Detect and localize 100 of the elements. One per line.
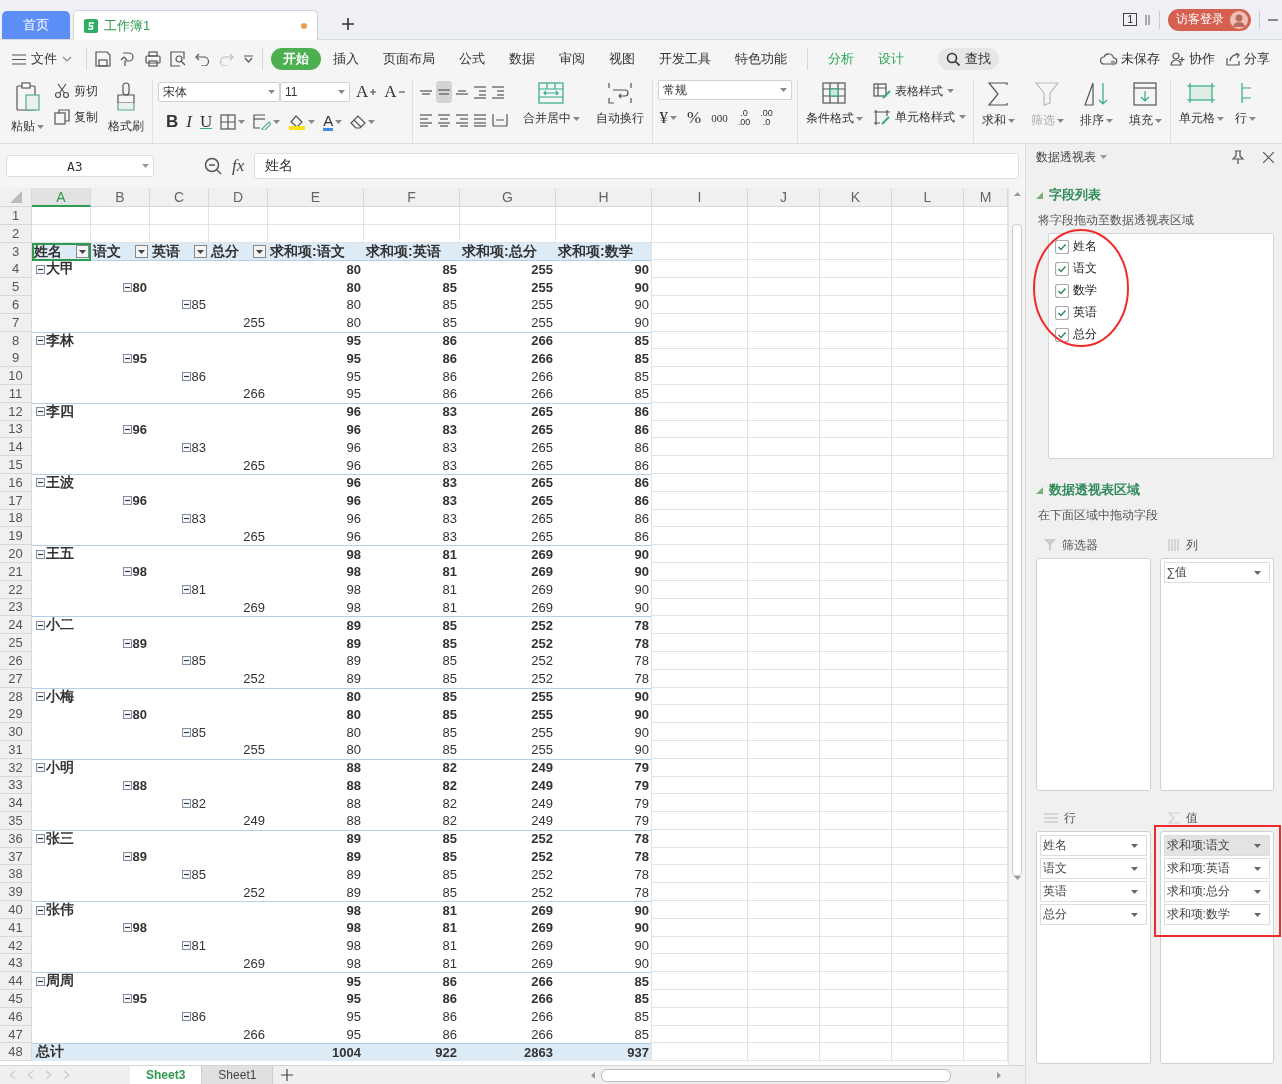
print-preview-icon[interactable] bbox=[170, 51, 186, 67]
collapse-icon[interactable] bbox=[36, 976, 45, 986]
row-number[interactable]: 25 bbox=[0, 634, 32, 652]
row-number[interactable]: 15 bbox=[0, 456, 32, 474]
toolbar-button[interactable]: 分享 bbox=[1221, 48, 1274, 70]
checkbox[interactable] bbox=[1055, 261, 1069, 276]
currency-button[interactable]: ¥ bbox=[657, 107, 680, 129]
row-number[interactable]: 14 bbox=[0, 438, 32, 457]
more-icon[interactable] bbox=[243, 55, 254, 63]
collapse-icon[interactable] bbox=[122, 852, 132, 862]
collapse-icon[interactable] bbox=[122, 496, 132, 506]
pin-icon[interactable] bbox=[1231, 150, 1245, 164]
table-style-button[interactable]: 表格样式 bbox=[870, 80, 968, 102]
filter-dropdown-button[interactable] bbox=[76, 245, 89, 259]
bold-button[interactable]: B bbox=[164, 111, 181, 133]
collapse-icon[interactable] bbox=[122, 424, 132, 434]
collapse-icon[interactable] bbox=[122, 282, 132, 292]
area-field-item[interactable]: 求和项:英语 bbox=[1163, 858, 1270, 879]
collapse-icon[interactable] bbox=[181, 941, 191, 951]
collapse-icon[interactable] bbox=[36, 763, 45, 773]
area-field-item[interactable]: 英语 bbox=[1040, 881, 1147, 902]
row-number[interactable]: 40 bbox=[0, 901, 32, 920]
percent-button[interactable]: % bbox=[685, 107, 704, 129]
undo-icon[interactable] bbox=[195, 52, 210, 66]
add-sheet-icon[interactable] bbox=[281, 1069, 294, 1081]
collapse-icon[interactable] bbox=[36, 336, 45, 346]
sheet-tab[interactable]: Sheet3 bbox=[130, 1066, 203, 1084]
cell-format-button[interactable] bbox=[251, 111, 283, 133]
ribbon-tab[interactable]: 插入 bbox=[321, 48, 371, 70]
field-label[interactable]: 总分 bbox=[1073, 326, 1097, 343]
rows-columns-button[interactable]: 行 bbox=[1231, 80, 1259, 129]
cells-button[interactable]: 单元格 bbox=[1175, 80, 1227, 129]
ribbon-tab[interactable]: 公式 bbox=[447, 48, 497, 70]
field-label[interactable]: 姓名 bbox=[1073, 238, 1097, 255]
row-number[interactable]: 45 bbox=[0, 990, 32, 1008]
area-field-item[interactable]: 语文 bbox=[1040, 858, 1147, 879]
row-number[interactable]: 1 bbox=[0, 207, 32, 225]
increase-decimal-button[interactable]: .0 .00 bbox=[735, 107, 753, 129]
document-tab[interactable]: 工作簿1 bbox=[73, 10, 318, 40]
checkbox[interactable] bbox=[1055, 305, 1069, 320]
collapse-icon[interactable] bbox=[181, 300, 191, 310]
filter-dropdown-button[interactable] bbox=[194, 245, 207, 259]
paste-button[interactable]: 粘贴 bbox=[8, 80, 47, 137]
align-middle-button[interactable] bbox=[435, 81, 452, 103]
zoom-icon[interactable] bbox=[204, 157, 222, 175]
row-number[interactable]: 19 bbox=[0, 527, 32, 546]
function-label[interactable]: fx bbox=[232, 156, 245, 176]
row-number[interactable]: 34 bbox=[0, 794, 32, 813]
row-number[interactable]: 35 bbox=[0, 812, 32, 830]
copy-button[interactable]: 复制 bbox=[52, 106, 100, 128]
ribbon-tab[interactable]: 视图 bbox=[597, 48, 647, 70]
collapse-icon[interactable] bbox=[122, 923, 132, 933]
vertical-scrollbar[interactable] bbox=[1008, 188, 1025, 1065]
toolbar-button[interactable]: 未保存 bbox=[1096, 48, 1164, 70]
ribbon-tab[interactable]: 数据 bbox=[497, 48, 547, 70]
export-icon[interactable] bbox=[120, 51, 136, 67]
save-icon[interactable] bbox=[95, 51, 111, 67]
decrease-decimal-button[interactable]: .00 .0 bbox=[758, 107, 775, 129]
collapse-icon[interactable] bbox=[122, 567, 132, 577]
sheet-tab[interactable]: Sheet1 bbox=[202, 1066, 274, 1084]
thousands-button[interactable]: 000 bbox=[709, 107, 730, 129]
row-number[interactable]: 38 bbox=[0, 865, 32, 884]
underline-button[interactable]: U bbox=[197, 111, 215, 133]
decrease-font-button[interactable]: A bbox=[382, 81, 407, 103]
wrap-text-button[interactable]: 自动换行 bbox=[592, 80, 647, 129]
page-count[interactable]: 1 bbox=[1123, 13, 1137, 26]
field-label[interactable]: 英语 bbox=[1073, 304, 1097, 321]
increase-font-button[interactable]: A bbox=[354, 81, 379, 103]
ribbon-tab[interactable]: 开发工具 bbox=[647, 48, 723, 70]
sort-button[interactable]: 排序 bbox=[1076, 80, 1116, 131]
area-field-item[interactable]: 求和项:数学 bbox=[1163, 904, 1270, 925]
row-number[interactable]: 48 bbox=[0, 1043, 32, 1062]
scrollbar-thumb[interactable] bbox=[1012, 224, 1022, 876]
font-size-field[interactable]: 11 bbox=[280, 82, 350, 102]
number-format-field[interactable]: 常规 bbox=[657, 80, 792, 100]
collapse-icon[interactable] bbox=[122, 780, 132, 790]
row-number[interactable]: 10 bbox=[0, 367, 32, 385]
row-number[interactable]: 24 bbox=[0, 616, 32, 635]
collapse-icon[interactable] bbox=[36, 692, 45, 701]
checkbox[interactable] bbox=[1055, 239, 1069, 254]
filter-dropdown-button[interactable] bbox=[135, 245, 148, 259]
collapse-icon[interactable] bbox=[36, 264, 45, 274]
collapse-icon[interactable] bbox=[181, 869, 191, 879]
ribbon-tab[interactable]: 页面布局 bbox=[371, 48, 447, 70]
field-label[interactable]: 数学 bbox=[1073, 282, 1097, 299]
filter-dropdown-button[interactable] bbox=[253, 245, 266, 259]
login-button[interactable]: 访客登录 bbox=[1168, 8, 1251, 31]
collapse-icon[interactable] bbox=[181, 798, 191, 808]
collapse-icon[interactable] bbox=[181, 1012, 191, 1022]
fill-button[interactable]: 填充 bbox=[1125, 80, 1165, 131]
row-number[interactable]: 4 bbox=[0, 260, 32, 279]
collapse-icon[interactable] bbox=[36, 620, 45, 630]
collapse-icon[interactable] bbox=[36, 834, 45, 844]
row-number[interactable]: 20 bbox=[0, 545, 32, 564]
row-number[interactable]: 44 bbox=[0, 972, 32, 991]
merge-center-button[interactable]: 合并居中 bbox=[519, 80, 583, 129]
ribbon-tab[interactable]: 审阅 bbox=[547, 48, 597, 70]
row-number[interactable]: 29 bbox=[0, 705, 32, 724]
search-button[interactable]: 查找 bbox=[938, 48, 999, 70]
conditional-format-button[interactable]: 条件格式 bbox=[802, 80, 866, 129]
